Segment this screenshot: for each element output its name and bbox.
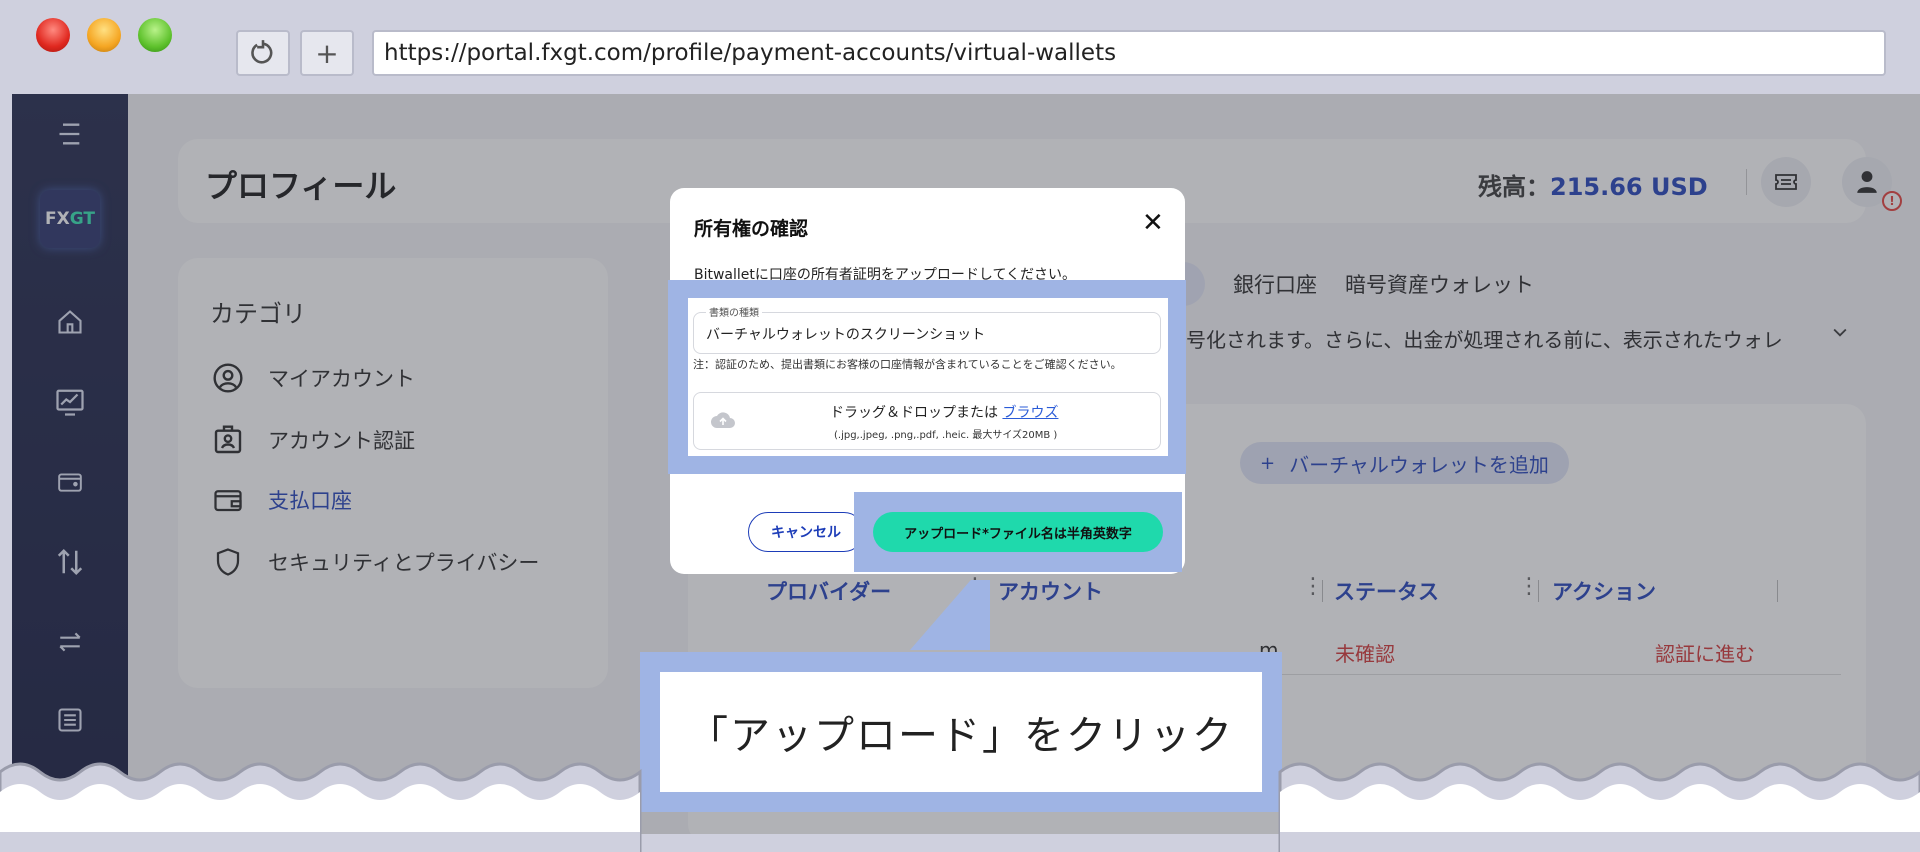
cancel-button[interactable]: キャンセル xyxy=(748,512,864,552)
file-format-hint: (.jpg,.jpeg, .png,.pdf, .heic. 最大サイズ20MB… xyxy=(834,430,1058,441)
new-tab-button[interactable]: + xyxy=(300,30,354,76)
browser-chrome: + https://portal.fxgt.com/profile/paymen… xyxy=(0,0,1920,94)
close-window-button[interactable] xyxy=(36,18,70,52)
minimize-window-button[interactable] xyxy=(87,18,121,52)
browse-link[interactable]: ブラウズ xyxy=(1002,405,1058,421)
reload-icon xyxy=(251,40,273,64)
document-type-label: 書類の種類 xyxy=(706,304,762,319)
url-bar[interactable]: https://portal.fxgt.com/profile/payment-… xyxy=(372,30,1886,76)
close-icon[interactable]: ✕ xyxy=(1142,210,1164,236)
url-text: https://portal.fxgt.com/profile/payment-… xyxy=(384,40,1117,66)
modal-title: 所有権の確認 xyxy=(694,218,809,240)
drop-instructions: ドラッグ＆ドロップまたは ブラウズ xyxy=(830,405,1059,421)
upload-button[interactable]: アップロード*ファイル名は半角英数字 xyxy=(873,512,1163,552)
document-type-value: バーチャルウォレットのスクリーンショット xyxy=(706,327,986,343)
plus-icon: + xyxy=(315,36,339,70)
reload-button[interactable] xyxy=(236,30,290,76)
cloud-upload-icon xyxy=(710,410,736,430)
maximize-window-button[interactable] xyxy=(138,18,172,52)
torn-edge-decoration xyxy=(0,762,1920,852)
document-note: 注：認証のため、提出書類にお客様の口座情報が含まれていることをご確認ください。 xyxy=(693,358,1122,371)
